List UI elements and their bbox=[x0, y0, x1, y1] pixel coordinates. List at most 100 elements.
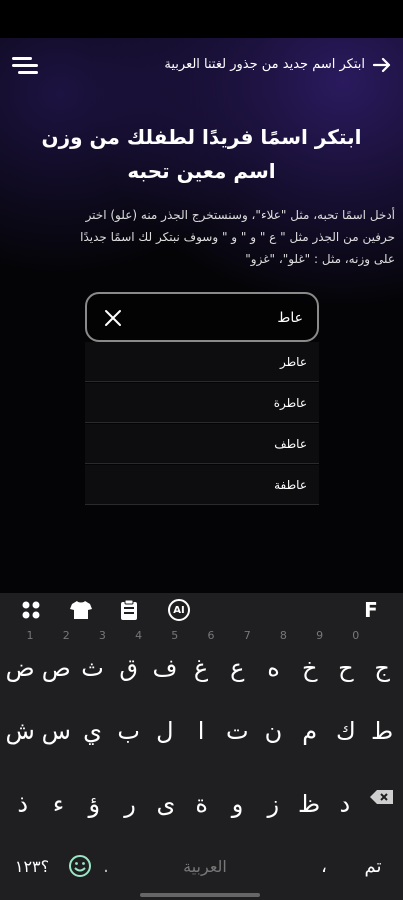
number-hint: 6 bbox=[207, 629, 215, 642]
menu-icon[interactable] bbox=[10, 55, 40, 77]
suggestion-item[interactable]: عاطرة bbox=[85, 383, 319, 423]
number-hint: 1 bbox=[26, 629, 34, 642]
number-hint: 4 bbox=[135, 629, 143, 642]
grid-apps-icon[interactable] bbox=[20, 599, 42, 621]
key-glyph: ء bbox=[52, 790, 65, 818]
letter-key[interactable]: د bbox=[327, 769, 363, 825]
key-glyph: ذ bbox=[17, 790, 29, 818]
key-glyph: ن bbox=[264, 717, 283, 745]
ai-icon[interactable]: AI bbox=[166, 599, 192, 621]
key-glyph: ف bbox=[152, 654, 178, 682]
navigation-handle bbox=[140, 893, 260, 897]
letter-key[interactable]: ظ bbox=[291, 769, 327, 825]
key-glyph: ز bbox=[267, 790, 280, 818]
numbers-key[interactable]: ؟١٢٣ bbox=[4, 838, 60, 894]
key-row-3: دظزوةىرؤءذ bbox=[0, 769, 403, 831]
description-line-3: على وزنه، مثل : "غلو"، "غزو" bbox=[245, 252, 395, 266]
key-glyph: ظ bbox=[297, 790, 321, 818]
letter-key[interactable]: ش bbox=[2, 696, 38, 752]
letter-key[interactable]: ل bbox=[147, 696, 183, 752]
key-row-bottom: تم ، العربية . ؟١٢٣ bbox=[0, 838, 403, 900]
name-search-input[interactable] bbox=[143, 305, 303, 331]
number-hint: 2 bbox=[62, 629, 70, 642]
letter-key[interactable]: ء bbox=[41, 769, 77, 825]
key-glyph: س bbox=[41, 717, 71, 745]
comma-key[interactable]: ، bbox=[306, 838, 342, 894]
key-glyph: ل bbox=[156, 717, 174, 745]
key-glyph: ع bbox=[230, 654, 245, 682]
fleksy-logo-icon[interactable]: F bbox=[360, 598, 382, 622]
number-hint: 7 bbox=[243, 629, 251, 642]
letter-key[interactable]: و bbox=[220, 769, 256, 825]
number-hint: 8 bbox=[279, 629, 287, 642]
key-glyph: ك bbox=[336, 717, 356, 745]
letter-key[interactable]: ؤ bbox=[76, 769, 112, 825]
key-glyph: ض bbox=[5, 654, 35, 682]
back-arrow-icon[interactable] bbox=[369, 52, 395, 78]
key-glyph: م bbox=[302, 717, 318, 745]
app-screen: ابتكر اسم جديد من جذور لغتنا العربية ابت… bbox=[0, 38, 403, 593]
number-hint: 0 bbox=[352, 629, 360, 642]
keyboard: AI F جحخهعغفقثصض 1 2 3 4 5 6 7 8 9 0 طكمنتالبيسش د… bbox=[0, 593, 403, 900]
status-bar bbox=[0, 0, 403, 38]
ai-label: AI bbox=[173, 604, 185, 616]
key-glyph: ر bbox=[124, 790, 136, 818]
key-row-1: جحخهعغفقثصض 1 2 3 4 5 6 7 8 9 0 bbox=[0, 629, 403, 695]
emoji-icon[interactable] bbox=[62, 838, 98, 894]
description: أدخل اسمًا تحبه، مثل "علاء"، وسنستخرج ال… bbox=[6, 204, 397, 270]
page-title: ابتكر اسم جديد من جذور لغتنا العربية bbox=[164, 57, 365, 72]
letter-key[interactable]: ة bbox=[184, 769, 220, 825]
period-key[interactable]: . bbox=[100, 838, 112, 894]
key-glyph: ؤ bbox=[88, 790, 101, 818]
key-glyph: د bbox=[339, 790, 351, 818]
key-glyph: ى bbox=[156, 790, 176, 818]
description-line-2: حرفين من الجذر مثل " ع " و " و " وسوف نب… bbox=[80, 230, 395, 244]
key-glyph: خ bbox=[301, 654, 318, 682]
letter-key[interactable]: م bbox=[292, 696, 328, 752]
key-glyph: ة bbox=[195, 790, 208, 818]
headline-line-1: ابتكر اسمًا فريدًا لطفلك من وزن bbox=[41, 125, 362, 149]
letter-key[interactable]: ج bbox=[364, 633, 400, 689]
key-glyph: ط bbox=[370, 717, 394, 745]
key-glyph: ت bbox=[225, 717, 249, 745]
key-glyph: ه bbox=[267, 654, 280, 682]
letter-key[interactable]: ى bbox=[148, 769, 184, 825]
letter-key[interactable]: ط bbox=[364, 696, 400, 752]
key-glyph: ي bbox=[83, 717, 102, 745]
letter-key[interactable]: ا bbox=[183, 696, 219, 752]
clear-icon[interactable] bbox=[101, 306, 125, 330]
letter-key[interactable]: ذ bbox=[5, 769, 41, 825]
letter-key[interactable]: ز bbox=[255, 769, 291, 825]
key-glyph: ش bbox=[5, 717, 35, 745]
key-row-2: طكمنتالبيسش bbox=[0, 696, 403, 758]
headline-line-2: اسم معين تحبه bbox=[127, 159, 276, 183]
letter-key[interactable]: ك bbox=[328, 696, 364, 752]
shirt-theme-icon[interactable] bbox=[70, 599, 92, 621]
done-key[interactable]: تم bbox=[350, 838, 396, 894]
number-hint: 5 bbox=[171, 629, 179, 642]
key-glyph: ث bbox=[81, 654, 104, 682]
key-glyph: ح bbox=[338, 654, 354, 682]
suggestion-item[interactable]: عاطف bbox=[85, 424, 319, 464]
suggestion-item[interactable]: عاطر bbox=[85, 342, 319, 382]
suggestion-item[interactable]: عاطفة bbox=[85, 465, 319, 505]
letter-key[interactable]: ت bbox=[219, 696, 255, 752]
suggestions-list: عاطر عاطرة عاطف عاطفة bbox=[85, 342, 319, 506]
space-key[interactable]: العربية bbox=[110, 838, 300, 894]
letter-key[interactable]: ن bbox=[255, 696, 291, 752]
app-header: ابتكر اسم جديد من جذور لغتنا العربية bbox=[0, 38, 403, 94]
letter-key[interactable]: ب bbox=[111, 696, 147, 752]
key-glyph: و bbox=[231, 790, 244, 818]
letter-key[interactable]: ر bbox=[112, 769, 148, 825]
headline: ابتكر اسمًا فريدًا لطفلك من وزن اسم معين… bbox=[0, 120, 403, 188]
clipboard-icon[interactable] bbox=[118, 599, 140, 621]
key-glyph: ق bbox=[119, 654, 138, 682]
letter-key[interactable]: ي bbox=[74, 696, 110, 752]
key-glyph: ص bbox=[41, 654, 71, 682]
key-glyph: غ bbox=[193, 654, 209, 682]
backspace-key[interactable] bbox=[364, 769, 400, 825]
name-search-box bbox=[85, 292, 319, 342]
letter-key[interactable]: س bbox=[38, 696, 74, 752]
description-line-1: أدخل اسمًا تحبه، مثل "علاء"، وسنستخرج ال… bbox=[85, 208, 395, 222]
number-hint: 9 bbox=[316, 629, 324, 642]
